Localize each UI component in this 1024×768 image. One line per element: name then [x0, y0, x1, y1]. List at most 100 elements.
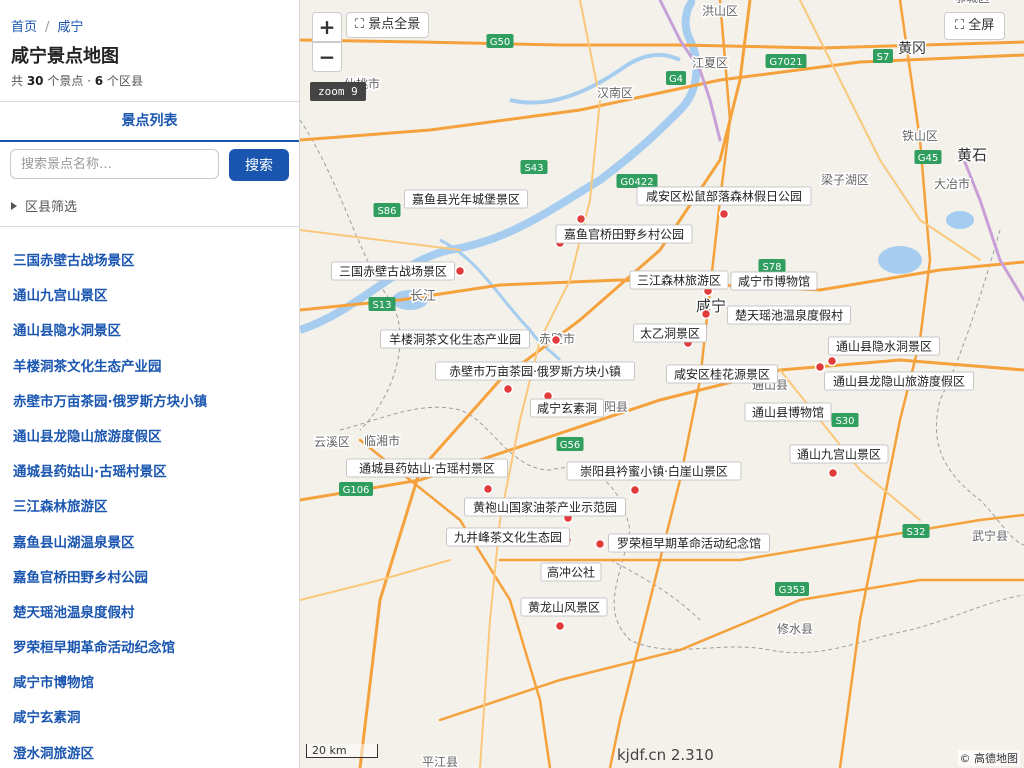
- spot-label[interactable]: 嘉鱼官桥田野乡村公园: [564, 227, 684, 242]
- spot-label[interactable]: 通山九宫山景区: [797, 447, 881, 462]
- spot-label[interactable]: 咸安区松鼠部落森林假日公园: [646, 189, 802, 204]
- spot-list-item[interactable]: 咸宁市博物馆: [13, 671, 207, 706]
- spot-label[interactable]: 黄袍山国家油茶产业示范园: [473, 500, 617, 515]
- spot-marker[interactable]: [502, 383, 514, 395]
- spot-label[interactable]: 通山县龙隐山旅游度假区: [833, 374, 965, 389]
- spot-marker[interactable]: [826, 355, 838, 367]
- place-label: 武宁县: [972, 528, 1008, 543]
- breadcrumb-current-link[interactable]: 咸宁: [57, 20, 83, 35]
- place-label: 汉南区: [597, 85, 633, 100]
- tab-spot-list[interactable]: 景点列表: [0, 102, 299, 140]
- spot-label[interactable]: 高冲公社: [547, 565, 595, 580]
- spot-marker[interactable]: [454, 265, 466, 277]
- zoom-out-button[interactable]: −: [312, 42, 342, 72]
- divider: [0, 226, 299, 227]
- spot-label[interactable]: 羊楼洞茶文化生态产业园: [389, 332, 521, 347]
- spot-list-item[interactable]: 嘉鱼官桥田野乡村公园: [13, 566, 207, 601]
- zoom-level-indicator: zoom 9: [310, 82, 366, 101]
- spot-label[interactable]: 嘉鱼县光年城堡景区: [412, 192, 520, 207]
- spot-marker[interactable]: [718, 208, 730, 220]
- road-shield-label: G56: [560, 440, 580, 451]
- road-shield-label: G4: [669, 74, 683, 85]
- place-label: 黄冈: [898, 40, 926, 57]
- breadcrumb: 首页 / 咸宁: [11, 20, 84, 35]
- spot-list-item[interactable]: 通山九宫山景区: [13, 284, 207, 319]
- road-shield-label: S43: [524, 163, 543, 174]
- map-canvas[interactable]: 仙桃市汉南区江夏区洪山区黄冈黄石铁山区梁子湖区大冶市长江赤壁市崇阳县咸宁通山县云…: [300, 0, 1024, 768]
- breadcrumb-home-link[interactable]: 首页: [11, 20, 37, 35]
- triangle-right-icon: [11, 202, 17, 210]
- spot-list-item[interactable]: 三国赤壁古战场景区: [13, 249, 207, 284]
- lake: [878, 246, 922, 274]
- road-shield-label: S86: [377, 206, 396, 217]
- spot-list-item[interactable]: 赤壁市万亩茶园·俄罗斯方块小镇: [13, 390, 207, 425]
- spot-list-item[interactable]: 咸宁玄素洞: [13, 706, 207, 741]
- road-shield-label: G50: [490, 37, 510, 48]
- search-input[interactable]: [10, 149, 219, 179]
- spot-label[interactable]: 三国赤壁古战场景区: [339, 264, 447, 279]
- spot-marker[interactable]: [629, 484, 641, 496]
- spot-marker[interactable]: [814, 361, 826, 373]
- stats-suffix: 个区县: [103, 74, 143, 88]
- watermark: kjdf.cn 2.310: [617, 746, 714, 764]
- map-copyright: © 高德地图: [957, 750, 1020, 766]
- fullscreen-button[interactable]: ⛶ 全屏: [944, 12, 1006, 40]
- spot-label[interactable]: 黄龙山风景区: [528, 601, 600, 615]
- road-shields: G50 G4 G7021 S7 G45 S43 G0422 S86 S78 S13 G56 G106 S…: [339, 34, 942, 596]
- spot-marker[interactable]: [554, 620, 566, 632]
- road-shield-label: S78: [762, 262, 781, 273]
- place-label: 铁山区: [902, 129, 938, 143]
- road-shield-label: S30: [835, 416, 854, 427]
- road-shield-label: S7: [877, 52, 890, 63]
- tab-bar: 景点列表: [0, 101, 299, 142]
- spot-label[interactable]: 通城县药姑山·古瑶村景区: [359, 461, 495, 476]
- spot-marker[interactable]: [827, 467, 839, 479]
- scenic-overview-button[interactable]: ⛶ 景点全景: [346, 12, 430, 38]
- district-filter-toggle[interactable]: 区县筛选: [11, 196, 77, 215]
- spot-label[interactable]: 咸宁市博物馆: [738, 274, 810, 289]
- spot-marker[interactable]: [700, 308, 712, 320]
- spot-list-item[interactable]: 通山县龙隐山旅游度假区: [13, 425, 207, 460]
- spot-label[interactable]: 通山县博物馆: [752, 405, 824, 420]
- zoom-in-button[interactable]: +: [312, 12, 342, 42]
- stats-district-count: 6: [94, 74, 104, 88]
- spot-label[interactable]: 楚天瑶池温泉度假村: [735, 308, 843, 323]
- spot-label[interactable]: 九井峰茶文化生态园: [454, 530, 562, 545]
- spot-label[interactable]: 太乙洞景区: [640, 326, 700, 341]
- spot-label[interactable]: 三江森林旅游区: [637, 273, 721, 288]
- boundary-inner: [609, 559, 701, 621]
- map-view[interactable]: 仙桃市汉南区江夏区洪山区黄冈黄石铁山区梁子湖区大冶市长江赤壁市崇阳县咸宁通山县云…: [300, 0, 1024, 768]
- place-label: 平江县: [422, 755, 458, 768]
- spot-list-item[interactable]: 罗荣桓早期革命活动纪念馆: [13, 636, 207, 671]
- spot-label[interactable]: 咸宁玄素洞: [537, 401, 597, 416]
- spot-label[interactable]: 崇阳县衿蜜小镇·白崖山景区: [580, 464, 728, 479]
- spot-list-item[interactable]: 楚天瑶池温泉度假村: [13, 601, 207, 636]
- spot-list-item[interactable]: 通山县隐水洞景区: [13, 319, 207, 354]
- stats-spot-count: 30: [26, 74, 44, 88]
- spot-list-item[interactable]: 三江森林旅游区: [13, 495, 207, 530]
- stats-mid: 个景点 ·: [43, 74, 95, 88]
- road-shield-label: G45: [918, 153, 938, 164]
- spot-list-item[interactable]: 澄水洞旅游区: [13, 742, 207, 768]
- search-button[interactable]: 搜索: [229, 149, 289, 181]
- page-stats: 共 30 个景点 · 6 个区县: [11, 72, 143, 89]
- road-shield-label: S13: [372, 300, 391, 311]
- spot-list-item[interactable]: 通城县药姑山·古瑶村景区: [13, 460, 207, 495]
- spot-list-item[interactable]: 嘉鱼县山湖温泉景区: [13, 531, 207, 566]
- spot-marker[interactable]: [550, 334, 562, 346]
- road-shield-label: G353: [779, 585, 806, 596]
- road-shield-label: G7021: [769, 57, 802, 68]
- page-title: 咸宁景点地图: [11, 46, 119, 67]
- road-secondary: [300, 229, 461, 251]
- spot-marker[interactable]: [594, 538, 606, 550]
- spot-label[interactable]: 通山县隐水洞景区: [836, 340, 932, 354]
- spot-marker[interactable]: [575, 213, 587, 225]
- spot-marker[interactable]: [482, 483, 494, 495]
- spot-label[interactable]: 咸安区桂花源景区: [674, 367, 770, 382]
- road-shield-label: S32: [906, 527, 925, 538]
- spot-list-item[interactable]: 羊楼洞茶文化生态产业园: [13, 355, 207, 390]
- road-secondary: [300, 559, 451, 601]
- spot-label[interactable]: 赤壁市万亩茶园·俄罗斯方块小镇: [449, 364, 621, 379]
- lake: [946, 211, 974, 229]
- spot-label[interactable]: 罗荣桓早期革命活动纪念馆: [617, 536, 761, 551]
